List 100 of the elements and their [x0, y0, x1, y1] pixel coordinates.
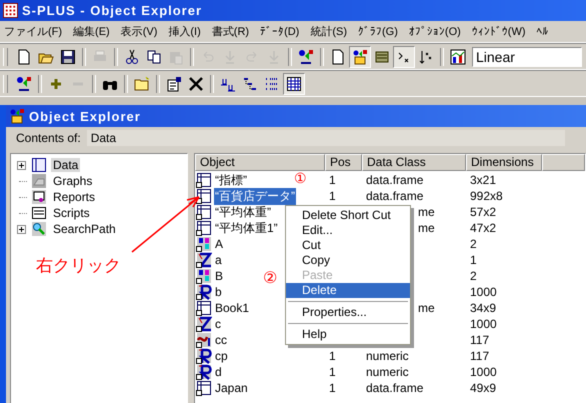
step-marker: ① — [294, 171, 307, 185]
tree-item[interactable]: SearchPath — [51, 222, 118, 236]
table-cell: data.frame — [366, 189, 424, 203]
window-title: Object Explorer — [29, 108, 141, 124]
scripts-icon — [31, 205, 47, 221]
menu-item[interactable]: 編集(E) — [73, 24, 110, 39]
item-name[interactable]: cp — [214, 349, 229, 363]
z-object-icon — [196, 316, 212, 332]
table-cell: 1 — [470, 253, 477, 267]
arrow — [131, 195, 201, 253]
table-cell: 2 — [470, 237, 477, 251]
reports-icon — [31, 189, 47, 205]
item-name[interactable]: A — [214, 237, 224, 251]
item-name[interactable]: “指標” — [214, 172, 248, 188]
window-title: S-PLUS - Object Explorer — [22, 3, 202, 18]
data-icon — [31, 157, 47, 173]
r-object-icon — [196, 348, 212, 364]
item-name[interactable]: a — [214, 253, 223, 267]
expand-icon[interactable] — [16, 160, 26, 170]
menu-item[interactable]: Delete Short Cut — [286, 208, 410, 223]
table-cell: 1 — [329, 349, 336, 363]
tree-item[interactable]: Scripts — [51, 206, 92, 220]
table-cell: data.frame — [366, 173, 424, 187]
table-cell: 3x21 — [470, 173, 496, 187]
contents-label: Contents of: — [16, 131, 81, 145]
item-name[interactable]: cc — [214, 333, 228, 347]
menu-item[interactable]: Delete — [286, 283, 410, 298]
table-cell: 1 — [329, 173, 336, 187]
shapes-icon — [9, 108, 25, 124]
table-cell: data.frame — [366, 381, 424, 395]
table-cell: 1000 — [470, 365, 497, 379]
menu-item[interactable]: 表示(V) — [120, 24, 158, 39]
expand-icon[interactable] — [16, 224, 26, 234]
graphs-icon — [31, 173, 47, 189]
plot-type-dropdown[interactable]: Linear — [472, 46, 582, 66]
menu-item[interactable]: 書式(R) — [212, 24, 250, 39]
frame-object-icon — [196, 188, 212, 204]
table-cell: 2 — [470, 269, 477, 283]
tree-item[interactable]: Graphs — [51, 174, 94, 188]
frame-object-icon — [196, 380, 212, 396]
box-icon[interactable] — [349, 46, 371, 68]
item-name[interactable]: Japan — [214, 381, 249, 395]
r-object-icon — [196, 284, 212, 300]
tree-item[interactable]: Reports — [51, 190, 98, 204]
column-header[interactable]: Pos — [325, 154, 362, 171]
contents-field: Data — [86, 130, 565, 146]
menu-item[interactable]: ｵﾌﾟｼｮﾝ(O) — [408, 25, 461, 38]
column-header[interactable]: Object — [195, 154, 325, 171]
menu-item[interactable]: Edit... — [286, 223, 410, 238]
grid-icon — [3, 3, 18, 18]
table-cell: numeric — [366, 365, 409, 379]
table-cell: 47x2 — [470, 221, 496, 235]
column-header[interactable]: Data Class — [362, 154, 466, 171]
menu-item[interactable]: ﾍﾙ — [536, 25, 549, 38]
z-object-icon — [196, 252, 212, 268]
table-cell: me — [418, 301, 435, 315]
table-cell: 992x8 — [470, 189, 503, 203]
menu-item[interactable]: Cut — [286, 238, 410, 253]
tree-item[interactable]: Data — [51, 158, 80, 172]
matrix-object-icon — [196, 268, 212, 284]
step-marker: ② — [263, 271, 278, 287]
item-name[interactable]: B — [214, 269, 224, 283]
grid-icon[interactable] — [283, 72, 305, 94]
menu-item[interactable]: ｸﾞﾗﾌ(G) — [358, 25, 398, 38]
item-name[interactable]: d — [214, 365, 223, 379]
menu-item[interactable]: ﾃﾞｰﾀ(D) — [260, 25, 300, 38]
table-cell: 1 — [329, 365, 336, 379]
search-icon — [31, 221, 47, 237]
table-cell: 1000 — [470, 317, 497, 331]
menu-item[interactable]: ｳｨﾝﾄﾞｳ(W) — [472, 25, 526, 38]
menu-item[interactable]: Help — [286, 327, 410, 342]
item-name[interactable]: Book1 — [214, 301, 250, 315]
table-cell: 1 — [329, 381, 336, 395]
table-cell: me — [418, 221, 435, 235]
table-cell: 1 — [329, 189, 336, 203]
item-name[interactable]: “平均体重” — [214, 204, 272, 220]
frame-object-icon — [196, 300, 212, 316]
table-cell: 117 — [470, 333, 490, 347]
menu-item[interactable]: 統計(S) — [310, 24, 348, 39]
alpha-object-icon — [196, 332, 212, 348]
table-cell: 34x9 — [470, 301, 496, 315]
item-name[interactable]: c — [214, 317, 222, 331]
item-name[interactable]: “平均体重1” — [214, 220, 279, 236]
menu-item[interactable]: 挿入(I) — [168, 24, 201, 39]
table-cell: me — [418, 205, 435, 219]
callout-text: 右クリック — [36, 257, 121, 274]
table-cell: 1000 — [470, 285, 497, 299]
table-cell: 57x2 — [470, 205, 496, 219]
item-name[interactable]: “百貨店データ” — [214, 188, 296, 204]
table-cell: 49x9 — [470, 381, 496, 395]
menu-item[interactable]: Properties... — [286, 305, 410, 320]
table-cell: numeric — [366, 349, 409, 363]
frame-object-icon — [196, 220, 212, 236]
menu-item[interactable]: ファイル(F) — [4, 24, 62, 39]
item-name[interactable]: b — [214, 285, 223, 299]
column-header[interactable]: Dimensions — [466, 154, 542, 171]
menu-item[interactable]: Copy — [286, 253, 410, 268]
r-object-icon — [196, 364, 212, 380]
matrix-object-icon — [196, 236, 212, 252]
table-cell: 117 — [470, 349, 490, 363]
